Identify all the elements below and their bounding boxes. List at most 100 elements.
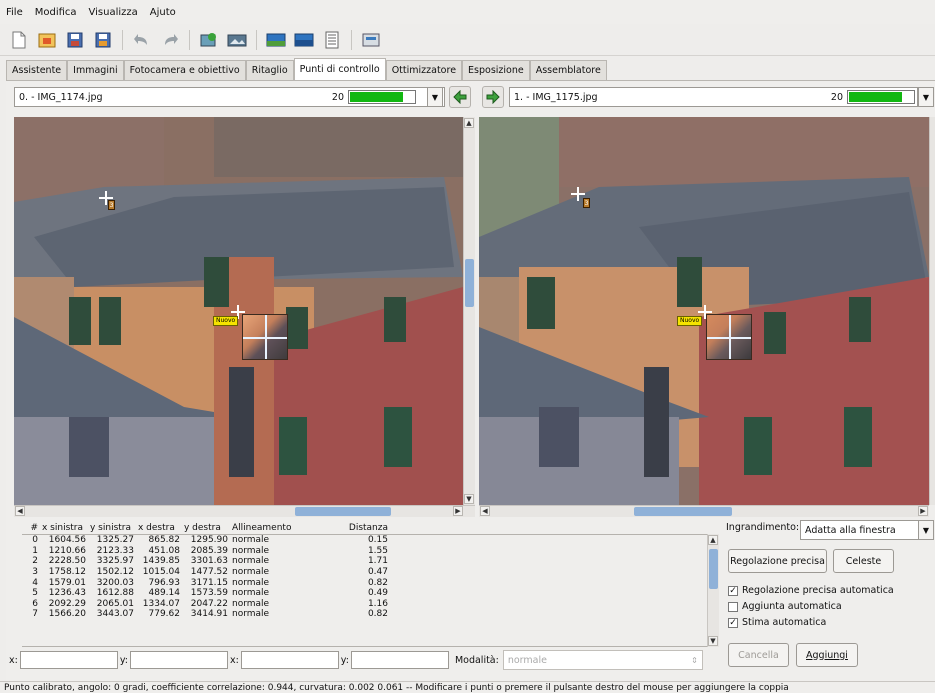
col-index[interactable]: #: [22, 520, 40, 535]
tab-ottimizzatore[interactable]: Ottimizzatore: [385, 60, 463, 80]
table-row[interactable]: 3 1758.12 1502.12 1015.04 1477.52 normale 0.47: [22, 567, 390, 578]
auto-estimate-label: Stima automatica: [742, 617, 827, 628]
chevron-updown-icon: ⇕: [691, 655, 698, 665]
left-image-label: 0. - IMG_1174.jpg: [19, 91, 103, 103]
scroll-up-icon[interactable]: ▲: [464, 118, 474, 128]
y-right-input[interactable]: [350, 651, 449, 669]
menu-visualizza[interactable]: Visualizza: [89, 7, 138, 18]
prev-image-button[interactable]: [449, 86, 471, 108]
menu-modifica[interactable]: Modifica: [35, 7, 77, 18]
table-cell: 1579.01: [48, 577, 86, 588]
crop-icon[interactable]: [360, 29, 382, 51]
cancel-button[interactable]: Cancella: [728, 643, 789, 667]
auto-add-check[interactable]: Aggiunta automatica: [728, 601, 842, 612]
add-button[interactable]: Aggiungi: [796, 643, 858, 667]
table-row[interactable]: 0 1604.56 1325.27 865.82 1295.90 normale 0.15: [22, 535, 390, 546]
control-point-list[interactable]: # x sinistra y sinistra x destra y destr…: [22, 520, 708, 648]
table-cell: 1325.27: [96, 535, 134, 546]
scroll-right-icon[interactable]: ▶: [453, 506, 463, 516]
right-image-select[interactable]: 1. - IMG_1175.jpg 20: [509, 87, 918, 107]
table-cell: 1604.56: [48, 535, 86, 546]
table-scroll-thumb[interactable]: [709, 549, 718, 589]
new-icon[interactable]: [8, 29, 30, 51]
table-cell: 5: [32, 588, 38, 599]
control-point-table: # x sinistra y sinistra x destra y destr…: [22, 520, 390, 620]
next-image-button[interactable]: [482, 86, 504, 108]
table-cell: 7: [32, 609, 38, 620]
right-image-view[interactable]: 3 Nuovo: [479, 117, 929, 505]
col-y-right[interactable]: y destra: [182, 520, 230, 535]
zoom-dropdown-button[interactable]: ▼: [918, 520, 934, 540]
scroll-right-icon[interactable]: ▶: [918, 506, 928, 516]
scroll-down-icon[interactable]: ▼: [708, 636, 718, 646]
auto-fine-tune-check[interactable]: ✓ Regolazione precisa automatica: [728, 585, 894, 596]
left-image-select[interactable]: 0. - IMG_1174.jpg 20: [14, 87, 445, 107]
left-horizontal-scrollbar[interactable]: ◀ ▶: [14, 505, 475, 517]
table-row[interactable]: 4 1579.01 3200.03 796.93 3171.15 normale 0.82: [22, 577, 390, 588]
x-right-input[interactable]: [240, 651, 339, 669]
left-vscroll-thumb[interactable]: [465, 259, 474, 307]
table-row[interactable]: 2 2228.50 3325.97 1439.85 3301.63 normale 1.71: [22, 556, 390, 567]
menu-file[interactable]: File: [6, 7, 23, 18]
tab-punti-di-controllo[interactable]: Punti di controllo: [293, 58, 386, 80]
left-dropdown-button[interactable]: ▼: [427, 87, 443, 107]
tab-immagini[interactable]: Immagini: [67, 60, 124, 80]
add-image-icon[interactable]: [198, 29, 220, 51]
add-series-icon[interactable]: [226, 29, 248, 51]
col-x-right[interactable]: x destra: [136, 520, 182, 535]
layout-icon[interactable]: [321, 29, 343, 51]
left-image-view[interactable]: 3 Nuovo: [14, 117, 463, 505]
scroll-left-icon[interactable]: ◀: [15, 506, 25, 516]
right-dropdown-button[interactable]: ▼: [918, 87, 934, 107]
x-right-label: x:: [229, 654, 239, 666]
scroll-down-icon[interactable]: ▼: [464, 494, 474, 504]
menu-ajuto[interactable]: Ajuto: [150, 7, 176, 18]
auto-estimate-check[interactable]: ✓ Stima automatica: [728, 617, 826, 628]
fine-tune-button[interactable]: Regolazione precisa: [728, 549, 827, 573]
table-row[interactable]: 1 1210.66 2123.33 451.08 2085.39 normale 1.55: [22, 546, 390, 557]
open-icon[interactable]: [36, 29, 58, 51]
redo-icon[interactable]: [159, 29, 181, 51]
save-icon[interactable]: [64, 29, 86, 51]
col-x-left[interactable]: x sinistra: [40, 520, 88, 535]
col-alignment[interactable]: Allineamento: [230, 520, 336, 535]
table-row[interactable]: 6 2092.29 2065.01 1334.07 2047.22 normale 1.16: [22, 599, 390, 610]
table-cell: normale: [232, 545, 270, 556]
zoom-select[interactable]: Adatta alla finestra: [800, 520, 919, 540]
undo-icon[interactable]: [131, 29, 153, 51]
tab-assistente[interactable]: Assistente: [6, 60, 68, 80]
preview-icon[interactable]: [265, 29, 287, 51]
col-y-left[interactable]: y sinistra: [88, 520, 136, 535]
left-hscroll-thumb[interactable]: [295, 507, 391, 516]
right-hscroll-thumb[interactable]: [634, 507, 732, 516]
tab-ritaglio[interactable]: Ritaglio: [245, 60, 294, 80]
toolbar-separator: [256, 29, 257, 50]
left-vertical-scrollbar[interactable]: ▲ ▼: [463, 117, 475, 505]
table-cell: 3200.03: [96, 577, 134, 588]
right-vertical-scrollbar[interactable]: [929, 117, 935, 505]
table-row[interactable]: 7 1566.20 3443.07 779.62 3414.91 normale 0.82: [22, 609, 390, 620]
right-horizontal-scrollbar[interactable]: ◀ ▶: [479, 505, 929, 517]
x-left-input[interactable]: [19, 651, 118, 669]
table-scrollbar[interactable]: ▲ ▼: [707, 534, 719, 647]
checkbox-auto-estimate[interactable]: ✓: [728, 617, 738, 628]
table-cell: 1.55: [367, 545, 388, 556]
scroll-up-icon[interactable]: ▲: [708, 535, 718, 545]
tab-fotocamera[interactable]: Fotocamera e obiettivo: [123, 60, 246, 80]
tab-esposizione[interactable]: Esposizione: [462, 60, 530, 80]
celeste-button[interactable]: Celeste: [833, 549, 894, 573]
scroll-left-icon[interactable]: ◀: [480, 506, 490, 516]
table-cell: 1477.52: [190, 567, 228, 578]
checkbox-auto-add[interactable]: [728, 601, 738, 612]
tab-assemblatore[interactable]: Assemblatore: [529, 60, 607, 80]
save-as-icon[interactable]: [92, 29, 114, 51]
col-distance[interactable]: Distanza: [336, 520, 390, 535]
table-cell: 1.16: [367, 598, 388, 609]
right-image-label: 1. - IMG_1175.jpg: [514, 91, 598, 103]
fast-preview-icon[interactable]: [293, 29, 315, 51]
y-left-input[interactable]: [129, 651, 228, 669]
table-cell: 6: [32, 598, 38, 609]
table-row[interactable]: 5 1236.43 1612.88 489.14 1573.59 normale 0.49: [22, 588, 390, 599]
checkbox-auto-fine-tune[interactable]: ✓: [728, 585, 738, 596]
mode-select[interactable]: normale ⇕: [502, 650, 703, 670]
